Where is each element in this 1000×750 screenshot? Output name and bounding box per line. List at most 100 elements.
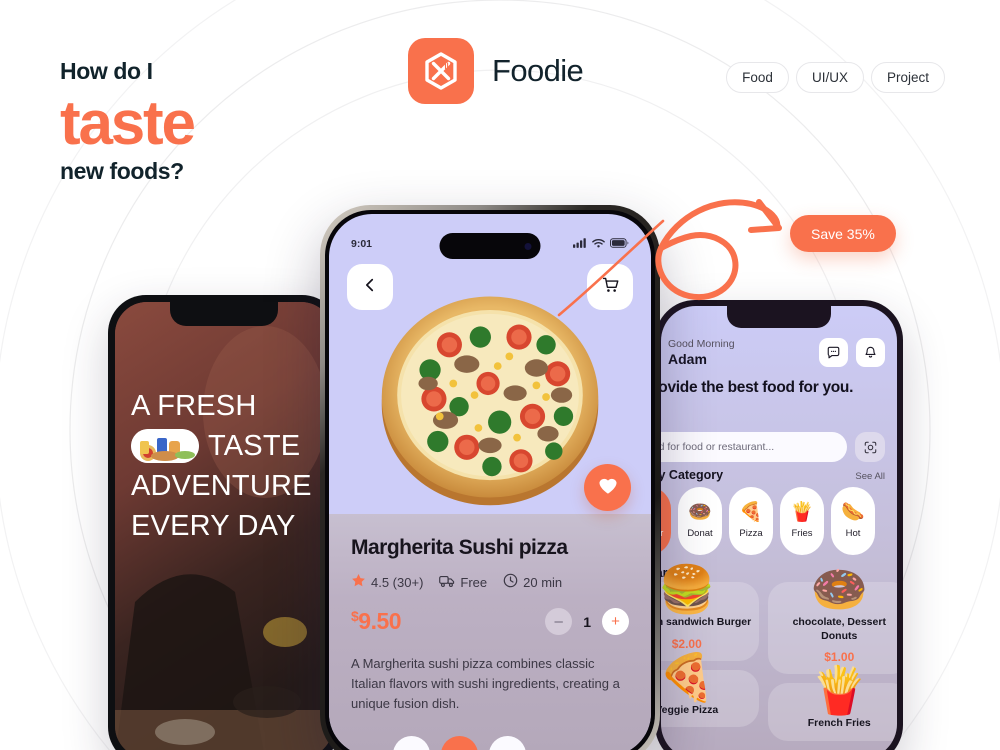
category-chip-fries[interactable]: 🍟 Fries (780, 487, 824, 555)
popular-column-right: 🍩 chocolate, Dessert Donuts $1.00 🍟 Fren… (767, 566, 897, 741)
center-phone-bezel: 9:01 Margherita Sushi pizza 4.5 (30+) Fr… (325, 210, 655, 750)
right-phone-notch (727, 306, 831, 328)
time-item: 20 min (503, 573, 562, 591)
right-phone-mockup: Good Morning Adam We provide the best fo… (655, 300, 903, 750)
food-card-pizza[interactable]: 🍕 Veggie Pizza (661, 654, 759, 728)
category-chip-donat[interactable]: 🍩 Donat (678, 487, 722, 555)
left-phone-mockup: A FRESH TASTE ADVENTURE EVERY DAY (108, 295, 340, 750)
left-phone-notch (170, 302, 278, 326)
size-selector: SIZE: 10” 14” 16” (351, 736, 629, 750)
product-detail-panel: Margherita Sushi pizza 4.5 (30+) Free 20… (329, 514, 651, 750)
donut-icon: 🍩 (688, 502, 712, 523)
fork-knife-hexagon-logo-icon (408, 38, 474, 104)
popular-food-grid: 🍔 Chicken sandwich Burger $2.00 🍕 Veggie… (661, 566, 897, 741)
center-phone-screen: 9:01 Margherita Sushi pizza 4.5 (30+) Fr… (329, 214, 651, 750)
burger-photo: 🍔 (661, 563, 716, 615)
margherita-sushi-pizza-photo (381, 295, 599, 505)
left-phone-screen: A FRESH TASTE ADVENTURE EVERY DAY (115, 302, 333, 750)
bell-icon[interactable] (856, 337, 885, 367)
left-phone-copy: A FRESH TASTE ADVENTURE EVERY DAY (115, 386, 333, 546)
user-name: Adam (668, 350, 707, 367)
category-label: Donat (687, 528, 713, 539)
save-badge[interactable]: Save 35% (790, 215, 896, 252)
tag-list: Food UI/UX Project (726, 62, 945, 93)
food-card-fries[interactable]: 🍟 French Fries (767, 667, 897, 741)
donut-photo: 🍩 (810, 563, 868, 615)
right-phone-header: Good Morning Adam (661, 332, 885, 372)
category-chip-hotdog[interactable]: 🌭 Hot (831, 487, 875, 555)
category-label: Fries (791, 528, 813, 539)
food-card-name: French Fries (807, 717, 871, 730)
hotdog-icon: 🌭 (841, 502, 865, 523)
delivery-item: Free (439, 574, 487, 591)
quantity-value: 1 (583, 613, 591, 630)
scan-qr-icon[interactable] (855, 432, 885, 462)
size-option-10[interactable]: 10” (393, 736, 431, 750)
status-indicators (573, 235, 629, 253)
delivery-truck-icon (439, 574, 455, 591)
quantity-increase-button[interactable]: + (602, 608, 629, 635)
front-camera-icon (524, 242, 532, 250)
category-label: Pizza (739, 528, 763, 539)
tag-food[interactable]: Food (726, 62, 789, 93)
category-label: Burger (661, 528, 664, 539)
food-card-burger[interactable]: 🍔 Chicken sandwich Burger $2.00 (661, 566, 759, 661)
left-line-4: EVERY DAY (131, 510, 296, 543)
category-chip-burger[interactable]: 🍔 Burger (661, 487, 671, 555)
poster-canvas: How do I taste new foods? Foodie Food UI… (0, 0, 1000, 750)
brand-name: Foodie (492, 53, 584, 88)
category-chip-pizza[interactable]: 🍕 Pizza (729, 487, 773, 555)
tag-project[interactable]: Project (870, 62, 945, 93)
chat-bubble-icon[interactable] (819, 337, 848, 367)
left-line-2: TASTE (208, 430, 301, 463)
price-value: 9.50 (358, 608, 402, 634)
food-card-name: Veggie Pizza (661, 703, 719, 716)
size-option-14[interactable]: 14” (441, 736, 479, 750)
headline-line-3: new foods? (60, 158, 184, 185)
product-title: Margherita Sushi pizza (351, 536, 568, 559)
cart-button[interactable] (587, 264, 633, 310)
headline-accent-word: taste (60, 89, 196, 158)
tag-uiux[interactable]: UI/UX (795, 62, 864, 93)
size-option-16[interactable]: 16” (489, 736, 527, 750)
left-line-3: ADVENTURE (131, 470, 312, 503)
greeting-block: Good Morning Adam (668, 338, 735, 367)
product-meta-row: 4.5 (30+) Free 20 min (351, 573, 629, 591)
product-description: A Margherita sushi pizza combines classi… (351, 656, 620, 711)
category-label: Hot (845, 528, 861, 539)
search-placeholder-text: Find for food or restaurant... (661, 441, 775, 453)
food-card-name: Chicken sandwich Burger (661, 616, 752, 628)
greeting-text: Good Morning (668, 337, 735, 350)
headline-line-1: How do I (60, 58, 153, 84)
pizza-photo: 🍕 (661, 650, 716, 703)
search-row: Find for food or restaurant... (661, 432, 885, 462)
right-phone-screen: Good Morning Adam We provide the best fo… (661, 306, 897, 750)
product-price: $9.50 (351, 608, 402, 635)
time-value: 20 min (523, 574, 563, 590)
quantity-decrease-button[interactable]: – (545, 608, 573, 635)
header-icon-group (819, 337, 885, 367)
save-badge-label: Save 35% (811, 225, 875, 242)
cellular-bars-icon (573, 235, 587, 253)
category-chip-list: 🍔 Burger 🍩 Donat 🍕 Pizza 🍟 Fries 🌭 (661, 487, 897, 555)
shopping-cart-icon (601, 275, 620, 299)
star-icon (351, 573, 366, 591)
search-input[interactable]: Find for food or restaurant... (661, 432, 847, 462)
clock-icon (503, 573, 518, 591)
pizza-icon: 🍕 (739, 502, 763, 523)
battery-icon (610, 235, 629, 253)
fries-icon: 🍟 (790, 502, 814, 523)
back-button[interactable] (347, 264, 393, 310)
food-card-price: $2.00 (671, 636, 702, 651)
favorite-button[interactable] (584, 464, 631, 511)
delivery-value: Free (460, 574, 488, 590)
rating-value: 4.5 (30+) (371, 574, 424, 590)
brand-lockup[interactable]: Foodie (408, 38, 584, 104)
dynamic-island (439, 233, 541, 259)
see-all-link[interactable]: See All (855, 471, 885, 482)
assorted-food-pill-icon (131, 429, 199, 464)
rating-item: 4.5 (30+) (351, 573, 423, 591)
fries-photo: 🍟 (810, 664, 868, 717)
category-section-title: Find by Category (661, 468, 724, 482)
food-card-donuts[interactable]: 🍩 chocolate, Dessert Donuts $1.00 (767, 566, 897, 675)
